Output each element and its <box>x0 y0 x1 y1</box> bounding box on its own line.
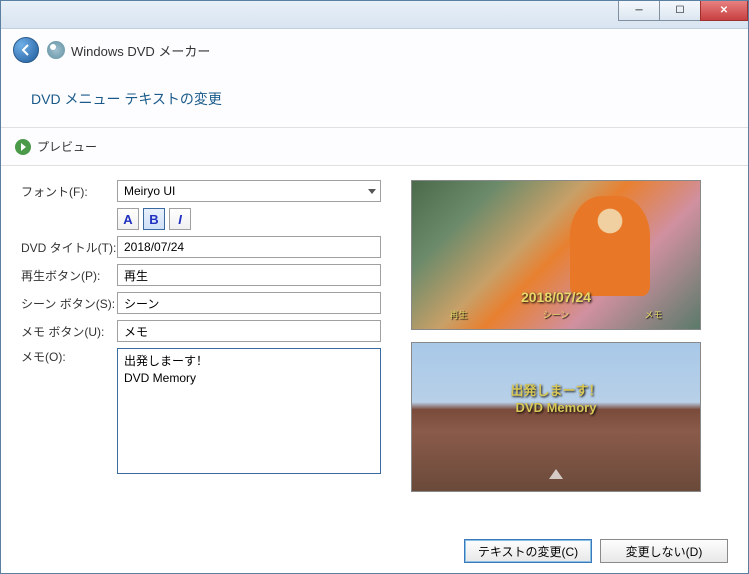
titlebar: ─ ☐ ✕ <box>1 1 748 29</box>
form-column: フォント(F): Meiryo UI A B I DVD タイトル(T): <box>21 180 381 492</box>
minimize-button[interactable]: ─ <box>618 1 660 21</box>
font-italic-button[interactable]: I <box>169 208 191 230</box>
font-bold-button[interactable]: B <box>143 208 165 230</box>
dvd-title-label: DVD タイトル(T): <box>21 239 117 256</box>
preview-title-overlay: 2018/07/24 <box>521 289 591 305</box>
scene-button-input[interactable] <box>117 292 381 314</box>
back-button[interactable] <box>13 37 39 63</box>
font-select[interactable]: Meiryo UI <box>117 180 381 202</box>
back-arrow-icon <box>19 43 33 57</box>
content: フォント(F): Meiryo UI A B I DVD タイトル(T): <box>1 166 748 502</box>
up-arrow-icon <box>549 469 563 479</box>
play-icon <box>15 139 31 155</box>
footer: テキストの変更(C) 変更しない(D) <box>464 539 728 563</box>
change-text-button[interactable]: テキストの変更(C) <box>464 539 592 563</box>
subheader: DVD メニュー テキストの変更 <box>1 71 748 128</box>
preview-memo-overlay: 出発しまーす！ DVD Memory <box>510 383 601 417</box>
maximize-button[interactable]: ☐ <box>659 1 701 21</box>
scene-button-label: シーン ボタン(S): <box>21 295 117 312</box>
memo-button-label: メモ ボタン(U): <box>21 323 117 340</box>
preview-memo-screen: 出発しまーす！ DVD Memory <box>411 342 701 492</box>
memo-label: メモ(O): <box>21 348 117 365</box>
chevron-down-icon <box>368 189 376 194</box>
cancel-button[interactable]: 変更しない(D) <box>600 539 728 563</box>
app-icon <box>47 41 65 59</box>
app-title: Windows DVD メーカー <box>71 41 210 60</box>
play-button-label: 再生ボタン(P): <box>21 267 117 284</box>
play-button-input[interactable] <box>117 264 381 286</box>
font-color-button[interactable]: A <box>117 208 139 230</box>
preview-main-menu: 2018/07/24 再生 シーン メモ <box>411 180 701 330</box>
preview-menu-overlay: 再生 シーン メモ <box>412 308 700 321</box>
page-title: DVD メニュー テキストの変更 <box>31 89 718 109</box>
dvd-title-input[interactable] <box>117 236 381 258</box>
font-select-value: Meiryo UI <box>124 184 175 198</box>
memo-textarea[interactable] <box>117 348 381 474</box>
memo-button-input[interactable] <box>117 320 381 342</box>
preview-bar[interactable]: プレビュー <box>1 128 748 166</box>
font-label: フォント(F): <box>21 183 117 200</box>
preview-image-content <box>570 196 650 296</box>
header: Windows DVD メーカー <box>1 29 748 71</box>
close-button[interactable]: ✕ <box>700 1 748 21</box>
window: ─ ☐ ✕ Windows DVD メーカー DVD メニュー テキストの変更 … <box>0 0 749 574</box>
preview-column: 2018/07/24 再生 シーン メモ 出発しまーす！ DVD Memory <box>411 180 728 492</box>
preview-label: プレビュー <box>37 138 97 155</box>
